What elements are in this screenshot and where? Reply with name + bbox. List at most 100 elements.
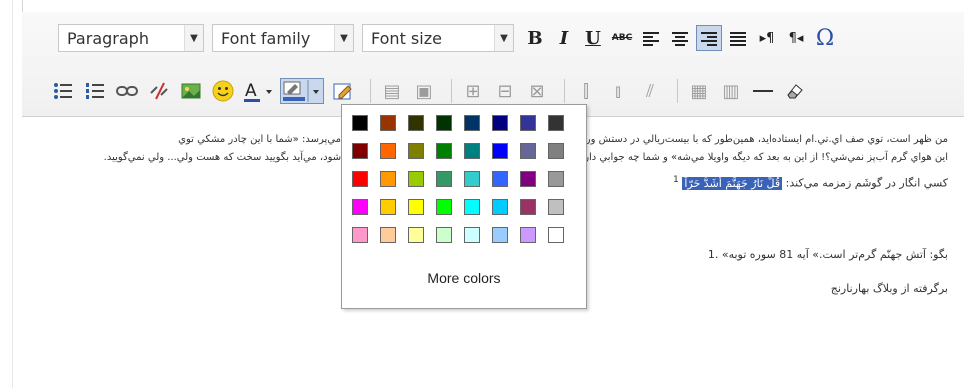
color-swatch[interactable] [436,171,452,187]
chevron-down-icon[interactable]: ▼ [334,25,353,51]
color-swatch[interactable] [380,115,396,131]
chevron-down-icon[interactable]: ▼ [494,25,513,51]
color-swatch[interactable] [492,115,508,131]
color-swatch[interactable] [380,171,396,187]
insert-col-after-button[interactable]: ⫾ [605,78,631,104]
color-swatch[interactable] [492,199,508,215]
image-button[interactable] [178,78,204,104]
color-swatch[interactable] [408,171,424,187]
color-swatch-grid [352,115,564,243]
color-swatch[interactable] [436,143,452,159]
color-swatch[interactable] [436,227,452,243]
underline-button[interactable]: U [580,25,606,51]
insert-row-before-icon: ⊞ [465,80,481,102]
smiley-icon [212,80,234,102]
bold-button[interactable]: B [522,25,548,51]
color-swatch[interactable] [492,143,508,159]
color-swatch[interactable] [380,227,396,243]
format-select[interactable]: Paragraph ▼ [58,24,204,52]
footnote-mark: 1 [672,174,679,185]
delete-row-button[interactable]: ⊠ [524,78,550,104]
delete-row-icon: ⊠ [529,80,545,102]
toolbar-row-2: A ▤ ▣ ⊞ ⊟ ⊠ ⫿ ⫾ ⫽ ▦ ▥ [50,76,814,106]
table-cell-icon: ▣ [415,80,433,102]
color-swatch[interactable] [352,115,368,131]
color-swatch[interactable] [520,115,536,131]
text-color-button[interactable]: A [242,78,274,104]
edit-css-button[interactable] [330,78,356,104]
color-swatch[interactable] [548,227,564,243]
rtl-button[interactable]: ¶◂ [783,25,809,51]
color-swatch[interactable] [352,227,368,243]
color-swatch[interactable] [464,227,480,243]
color-swatch[interactable] [548,143,564,159]
rtl-icon: ¶◂ [788,30,804,46]
font-family-select[interactable]: Font family ▼ [212,24,354,52]
color-swatch[interactable] [464,143,480,159]
table-row-props-button[interactable]: ▤ [379,78,405,104]
svg-text:A: A [245,81,257,101]
color-swatch[interactable] [548,115,564,131]
color-swatch[interactable] [436,199,452,215]
link-button[interactable] [114,78,140,104]
color-swatch[interactable] [520,143,536,159]
align-center-button[interactable] [667,25,693,51]
justify-button[interactable] [725,25,751,51]
color-swatch[interactable] [492,227,508,243]
font-family-select-value: Font family [221,28,311,48]
line3-prefix: كسي انگار در گوشَم زمزمه مي‌كند: [785,176,948,190]
color-swatch[interactable] [548,171,564,187]
numbered-list-button[interactable] [82,78,108,104]
insert-col-before-icon: ⫿ [583,80,589,102]
horizontal-rule-button[interactable] [750,78,776,104]
more-colors-link[interactable]: More colors [342,270,586,286]
color-swatch[interactable] [408,115,424,131]
insert-col-after-icon: ⫾ [615,80,621,102]
split-cells-button[interactable]: ▦ [686,78,712,104]
color-swatch[interactable] [352,171,368,187]
delete-col-button[interactable]: ⫽ [637,78,663,104]
color-swatch[interactable] [380,199,396,215]
color-swatch[interactable] [380,143,396,159]
image-icon [181,83,201,99]
special-char-button[interactable]: Ω [812,25,838,51]
background-color-button[interactable] [280,78,324,104]
format-select-value: Paragraph [67,28,149,48]
remove-format-button[interactable] [782,78,808,104]
table-cell-props-button[interactable]: ▣ [411,78,437,104]
emoticon-button[interactable] [210,78,236,104]
color-swatch[interactable] [352,199,368,215]
ltr-button[interactable]: ▸¶ [754,25,780,51]
numbered-list-icon [86,83,104,99]
align-right-button[interactable] [696,25,722,51]
unlink-button[interactable] [146,78,172,104]
merge-cells-button[interactable]: ▥ [718,78,744,104]
color-swatch[interactable] [464,199,480,215]
font-size-select[interactable]: Font size ▼ [362,24,514,52]
insert-row-after-button[interactable]: ⊟ [492,78,518,104]
color-swatch[interactable] [492,171,508,187]
chevron-down-icon[interactable]: ▼ [184,25,203,51]
color-swatch[interactable] [520,227,536,243]
font-size-select-value: Font size [371,28,442,48]
color-swatch[interactable] [408,227,424,243]
color-swatch[interactable] [520,199,536,215]
selected-text[interactable]: قُلْ نَارُ جَهَنَّمَ أَشَدُّ حَرّاً [682,176,783,190]
color-swatch[interactable] [464,171,480,187]
color-swatch[interactable] [548,199,564,215]
color-swatch[interactable] [352,143,368,159]
align-left-button[interactable] [638,25,664,51]
strikethrough-button[interactable]: ABC [609,25,635,51]
color-swatch[interactable] [464,115,480,131]
italic-button[interactable]: I [551,25,577,51]
color-swatch[interactable] [436,115,452,131]
color-swatch[interactable] [520,171,536,187]
color-swatch[interactable] [408,143,424,159]
justify-icon [730,32,746,46]
insert-row-after-icon: ⊟ [497,80,513,102]
bullet-list-button[interactable] [50,78,76,104]
color-swatch[interactable] [408,199,424,215]
insert-col-before-button[interactable]: ⫿ [573,78,599,104]
insert-row-before-button[interactable]: ⊞ [460,78,486,104]
bullet-list-icon [54,83,72,99]
